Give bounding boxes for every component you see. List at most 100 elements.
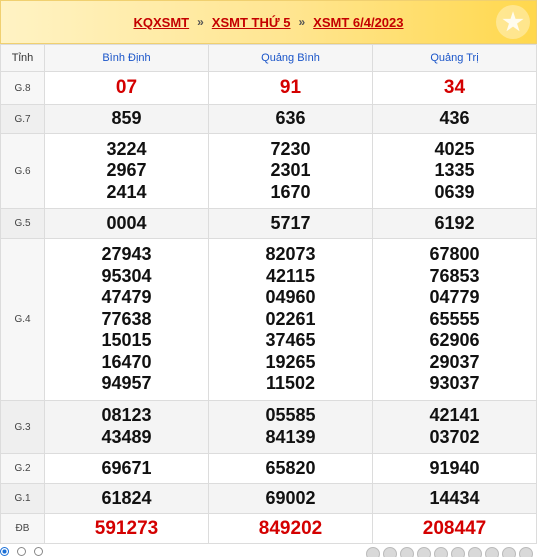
breadcrumb-link-xsmt-thu5[interactable]: XSMT THỨ 5 bbox=[212, 15, 291, 30]
prize-number: 1670 bbox=[270, 181, 311, 202]
prize-number: 69671 bbox=[101, 457, 152, 478]
prize-number: 04960 bbox=[265, 287, 316, 308]
prize-number: 69002 bbox=[265, 487, 316, 508]
breadcrumb-separator: » bbox=[197, 15, 204, 29]
prize-cell: 65820 bbox=[208, 453, 373, 484]
prize-cell: 05585 84139 bbox=[208, 400, 373, 454]
prize-cell: 4025 1335 0639 bbox=[372, 133, 537, 209]
prize-number: 91 bbox=[279, 77, 302, 99]
prize-number: 14434 bbox=[429, 487, 480, 508]
prize-row: G.2 69671 65820 91940 bbox=[0, 453, 537, 484]
prize-number: 65820 bbox=[265, 457, 316, 478]
prize-number: 77638 bbox=[101, 308, 152, 329]
prize-cell: 6192 bbox=[372, 208, 537, 239]
prize-cell: 0004 bbox=[44, 208, 209, 239]
prize-number: 2414 bbox=[106, 181, 147, 202]
prize-label: G.5 bbox=[0, 208, 45, 239]
prize-number: 27943 bbox=[101, 243, 152, 264]
prize-row: G.6 3224 2967 2414 7230 2301 1670 4025 1335 0639 bbox=[0, 133, 537, 209]
prize-cell: 14434 bbox=[372, 483, 537, 514]
radio-icon bbox=[17, 547, 26, 556]
column-header-province[interactable]: Bình Định bbox=[44, 44, 209, 72]
display-option-radio[interactable] bbox=[17, 547, 28, 556]
prize-number: 95304 bbox=[101, 265, 152, 286]
breadcrumb-link-kqxsmt[interactable]: KQXSMT bbox=[133, 15, 189, 30]
digit-ball[interactable] bbox=[434, 547, 448, 557]
prize-number: 16470 bbox=[101, 351, 152, 372]
prize-number: 859 bbox=[111, 108, 142, 129]
prize-number: 05585 bbox=[265, 405, 316, 426]
prize-cell: 859 bbox=[44, 104, 209, 134]
prize-number: 0639 bbox=[434, 181, 475, 202]
display-option-radio[interactable] bbox=[0, 547, 11, 556]
prize-row: G.7 859 636 436 bbox=[0, 104, 537, 134]
prize-cell: 07 bbox=[44, 71, 209, 105]
prize-number: 19265 bbox=[265, 351, 316, 372]
prize-number: 5717 bbox=[270, 212, 311, 233]
prize-number: 04779 bbox=[429, 287, 480, 308]
radio-selected-icon bbox=[0, 547, 9, 556]
prize-number: 208447 bbox=[422, 517, 487, 539]
prize-number: 47479 bbox=[101, 287, 152, 308]
prize-number: 67800 bbox=[429, 243, 480, 264]
prize-number: 436 bbox=[439, 108, 470, 129]
prize-label: G.6 bbox=[0, 133, 45, 209]
prize-number: 02261 bbox=[265, 308, 316, 329]
prize-cell: 591273 bbox=[44, 513, 209, 544]
display-option-radio[interactable] bbox=[34, 547, 45, 556]
digit-ball[interactable] bbox=[417, 547, 431, 557]
prize-number: 42141 bbox=[429, 405, 480, 426]
prize-cell: 61824 bbox=[44, 483, 209, 514]
prize-number: 6192 bbox=[434, 212, 475, 233]
prize-row: G.3 08123 43489 05585 84139 42141 03702 bbox=[0, 400, 537, 454]
prize-label: ĐB bbox=[0, 513, 45, 544]
prize-number: 3224 bbox=[106, 138, 147, 159]
prize-number: 94957 bbox=[101, 373, 152, 394]
prize-number: 91940 bbox=[429, 457, 480, 478]
prize-number: 4025 bbox=[434, 138, 475, 159]
digit-ball[interactable] bbox=[400, 547, 414, 557]
digit-ball[interactable] bbox=[451, 547, 465, 557]
prize-row: G.8 07 91 34 bbox=[0, 71, 537, 105]
prize-cell: 636 bbox=[208, 104, 373, 134]
prize-label: G.7 bbox=[0, 104, 45, 134]
prize-cell: 27943 95304 47479 77638 15015 16470 94957 bbox=[44, 238, 209, 401]
prize-number: 07 bbox=[115, 77, 138, 99]
digit-ball[interactable] bbox=[502, 547, 516, 557]
prize-cell: 67800 76853 04779 65555 62906 29037 93037 bbox=[372, 238, 537, 401]
prize-number: 82073 bbox=[265, 243, 316, 264]
prize-number: 11502 bbox=[265, 373, 316, 394]
prize-number: 7230 bbox=[270, 138, 311, 159]
prize-number: 37465 bbox=[265, 330, 316, 351]
digit-ball[interactable] bbox=[383, 547, 397, 557]
prize-number: 849202 bbox=[258, 517, 323, 539]
prize-number: 62906 bbox=[429, 330, 480, 351]
prize-label: G.2 bbox=[0, 453, 45, 484]
digit-ball[interactable] bbox=[519, 547, 533, 557]
breadcrumb-link-xsmt-date[interactable]: XSMT 6/4/2023 bbox=[313, 15, 403, 30]
digit-filter-balls bbox=[366, 547, 537, 557]
prize-label: G.3 bbox=[0, 400, 45, 454]
prize-number: 65555 bbox=[429, 308, 480, 329]
prize-number: 42115 bbox=[265, 265, 316, 286]
digit-ball[interactable] bbox=[468, 547, 482, 557]
prize-cell: 91 bbox=[208, 71, 373, 105]
prize-number: 0004 bbox=[106, 212, 147, 233]
prize-cell: 436 bbox=[372, 104, 537, 134]
digit-ball[interactable] bbox=[366, 547, 380, 557]
prize-number: 93037 bbox=[429, 373, 480, 394]
prize-cell: 208447 bbox=[372, 513, 537, 544]
prize-number: 34 bbox=[443, 77, 466, 99]
prize-row: G.1 61824 69002 14434 bbox=[0, 483, 537, 514]
digit-ball[interactable] bbox=[485, 547, 499, 557]
prize-number: 61824 bbox=[101, 487, 152, 508]
column-header-province[interactable]: Quảng Bình bbox=[208, 44, 373, 72]
prize-number: 84139 bbox=[265, 427, 316, 447]
prize-number: 591273 bbox=[94, 517, 159, 539]
breadcrumb-separator: » bbox=[298, 15, 306, 29]
column-header-province-label: Tỉnh bbox=[0, 44, 45, 72]
prize-row: G.4 27943 95304 47479 77638 15015 16470 94957 82… bbox=[0, 238, 537, 401]
prize-cell: 849202 bbox=[208, 513, 373, 544]
column-header-province[interactable]: Quảng Trị bbox=[372, 44, 537, 72]
prize-number: 43489 bbox=[101, 427, 152, 447]
